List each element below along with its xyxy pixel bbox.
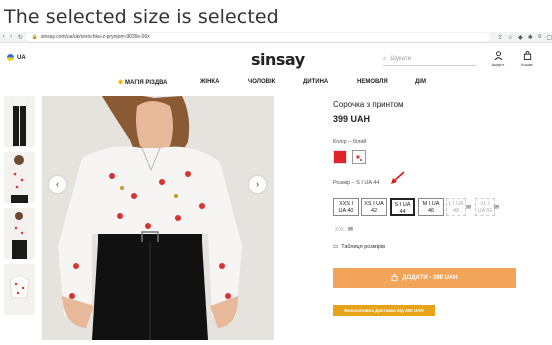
site-header: UA sinsay ⌕ Шукати Акаунт Кошик (0, 44, 552, 72)
annotation-arrow-icon (391, 171, 405, 184)
thumbnail-3[interactable] (4, 208, 35, 259)
thumbnail-2[interactable] (4, 152, 35, 203)
browser-nav: ‹ › ↻ (0, 34, 26, 41)
search-icon: ⌕ (383, 55, 387, 62)
menu-item-woman[interactable]: ЖІНКА (200, 79, 219, 85)
browser-tools: ⇪ ☆ ◆ ✱ ≡ ▢ (498, 34, 552, 41)
search-input[interactable]: ⌕ Шукати (383, 53, 476, 66)
size-option-l[interactable]: L I UA 48 (446, 198, 466, 216)
user-icon (487, 51, 509, 62)
menu-item-child[interactable]: ДИТИНА (303, 79, 328, 85)
product-title: Сорочка з принтом (333, 100, 404, 109)
next-image-button[interactable]: › (249, 176, 266, 193)
size-option-xl[interactable]: XL I UA 50 (475, 198, 495, 216)
extension-icon[interactable]: ◆ (518, 34, 523, 41)
share-icon[interactable]: ⇪ (498, 34, 503, 41)
ukraine-flag-icon (7, 54, 14, 61)
size-option-s-selected[interactable]: S I UA 44 (390, 198, 415, 216)
notify-l-icon[interactable]: ✉ (466, 204, 471, 211)
browser-bar: ‹ › ↻ 🔒 sinsay.com/ua/uk/sorochka-z-pryn… (0, 32, 552, 43)
size-table-link[interactable]: ▭ Таблиця розмірів (333, 244, 385, 250)
add-button-label: ДОДАТИ - 399 UAH (402, 275, 458, 281)
window-icon[interactable]: ▢ (546, 34, 552, 41)
site-logo[interactable]: sinsay (251, 50, 305, 69)
ruler-icon: ▭ (333, 244, 339, 250)
gift-icon: ✱ (118, 80, 124, 86)
notify-xxl-icon[interactable]: ✉ (348, 226, 353, 233)
address-bar[interactable]: 🔒 sinsay.com/ua/uk/sorochka-z-pryntom-90… (25, 33, 490, 41)
caption: The selected size is selected (4, 6, 279, 28)
thumbnail-4[interactable] (4, 264, 35, 315)
reload-icon[interactable]: ↻ (18, 34, 23, 41)
add-to-cart-button[interactable]: ДОДАТИ - 399 UAH (333, 268, 516, 288)
size-option-m[interactable]: M I UA 46 (418, 198, 444, 216)
size-option-xxs[interactable]: XXS I UA 40 (333, 198, 359, 216)
back-icon[interactable]: ‹ (3, 34, 5, 41)
prev-image-button[interactable]: ‹ (49, 176, 66, 193)
cart-label: Кошик (521, 62, 533, 67)
thumbnail-gallery (4, 96, 36, 320)
size-option-xs[interactable]: XS I UA 42 (361, 198, 387, 216)
menu-icon[interactable]: ≡ (538, 34, 542, 41)
account-button[interactable]: Акаунт (487, 51, 509, 67)
color-swatch-red[interactable] (333, 150, 347, 164)
menu-item-baby[interactable]: НЕМОВЛЯ (357, 79, 388, 85)
free-delivery-badge: Безкоштовна Доставка від 400 UAH (333, 305, 435, 316)
product-price: 399 UAH (333, 114, 371, 124)
bag-icon (391, 273, 398, 283)
language-label: UA (17, 54, 26, 61)
cart-button[interactable]: Кошик (516, 51, 538, 67)
url-text: sinsay.com/ua/uk/sorochka-z-pryntom-9039… (40, 34, 150, 40)
account-label: Акаунт (491, 62, 505, 67)
star-icon[interactable]: ☆ (508, 34, 513, 41)
product-main-image[interactable]: ‹ › (42, 96, 274, 340)
color-swatches (333, 150, 523, 164)
color-swatch-white[interactable] (352, 150, 366, 164)
notify-xl-icon[interactable]: ✉ (494, 204, 499, 211)
language-selector[interactable]: UA (7, 54, 26, 61)
bag-icon (516, 51, 538, 62)
forward-icon[interactable]: › (10, 34, 12, 41)
size-option-xxl[interactable]: XXL (333, 222, 347, 240)
size-table-label: Таблиця розмірів (341, 244, 385, 250)
menu-item-home[interactable]: ДІМ (415, 79, 426, 85)
puzzle-icon[interactable]: ✱ (528, 34, 533, 41)
size-label: Розмір – S I UA 44 (333, 180, 380, 186)
search-placeholder: Шукати (390, 56, 411, 62)
main-menu: ✱ МАГІЯ РІЗДВА ЖІНКА ЧОЛОВІК ДИТИНА НЕМОВ… (0, 76, 552, 90)
lock-icon: 🔒 (31, 34, 38, 40)
menu-item-man[interactable]: ЧОЛОВІК (248, 79, 275, 85)
product-info: Сорочка з принтом 399 UAH Колір – білий … (333, 100, 523, 316)
color-label: Колір – білий (333, 139, 367, 145)
menu-item-christmas[interactable]: ✱ МАГІЯ РІЗДВА (118, 79, 167, 86)
thumbnail-1[interactable] (4, 96, 35, 147)
